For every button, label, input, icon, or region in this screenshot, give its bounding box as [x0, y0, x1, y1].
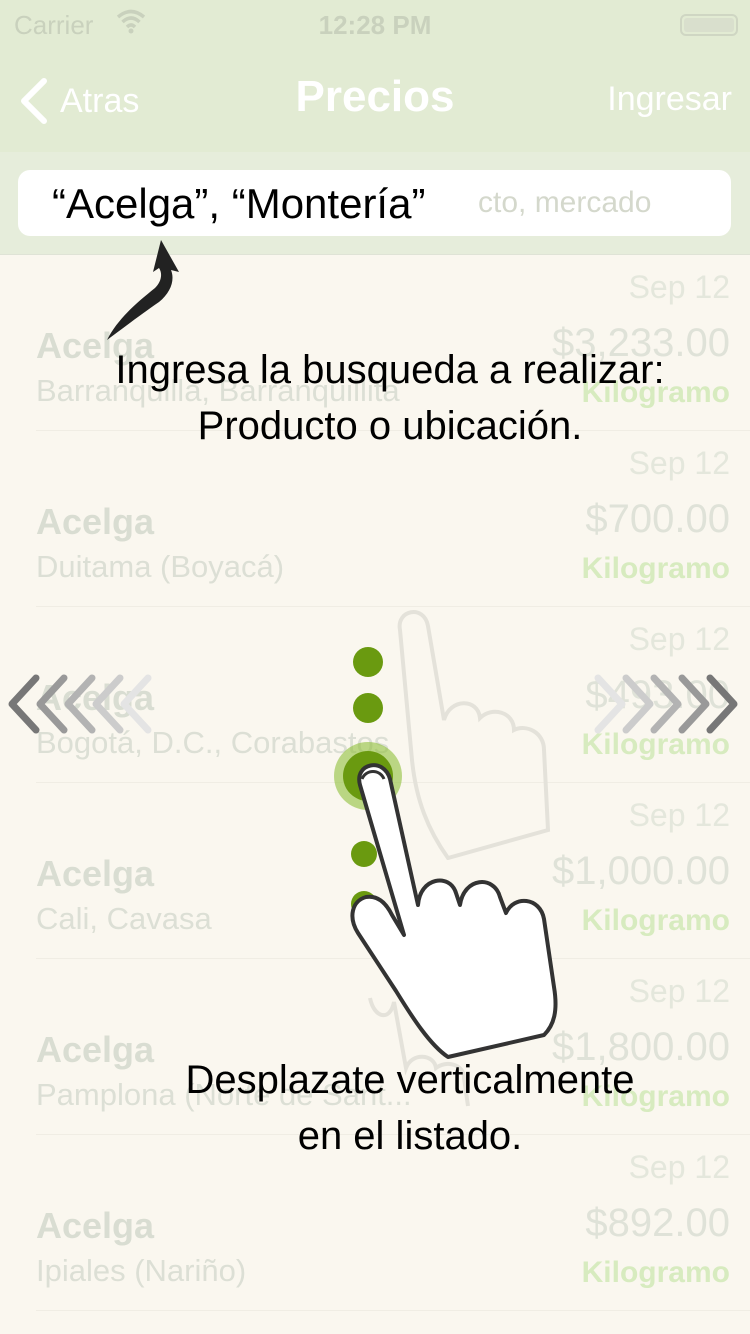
row-location: Cali, Cavasa — [36, 901, 212, 936]
row-date: Sep 12 — [628, 797, 730, 833]
row-unit: Kilogramo — [581, 552, 730, 585]
scroll-hint-line-2: en el listado. — [297, 1114, 523, 1158]
row-location: Duitama (Boyacá) — [36, 549, 285, 584]
row-price: $1,000.00 — [552, 849, 730, 893]
row-location: Ipiales (Nariño) — [36, 1253, 247, 1288]
login-button[interactable]: Ingresar — [607, 80, 732, 119]
navigation-bar: Atras Precios Ingresar — [0, 50, 750, 152]
search-hint-line-2: Producto o ubicación. — [197, 404, 583, 448]
row-price: $892.00 — [585, 1201, 730, 1245]
search-hint-line-1: Ingresa la busqueda a realizar: — [115, 348, 665, 392]
row-unit: Kilogramo — [581, 1256, 730, 1289]
row-divider — [36, 1310, 750, 1311]
row-date: Sep 12 — [628, 973, 730, 1009]
search-placeholder: cto, mercado — [478, 186, 652, 219]
row-price: $700.00 — [585, 497, 730, 541]
list-item[interactable]: Sep 12 Acelga $700.00 Duitama (Boyacá) K… — [0, 431, 750, 607]
row-product: Acelga — [36, 1029, 155, 1070]
scroll-hint: Desplazate verticalmente en el listado. — [140, 1052, 680, 1164]
battery-icon — [680, 14, 738, 36]
row-date: Sep 12 — [628, 269, 730, 305]
search-hint: Ingresa la busqueda a realizar: Producto… — [60, 342, 720, 454]
scroll-hint-line-1: Desplazate verticalmente — [185, 1058, 635, 1102]
search-example-text: “Acelga”, “Montería” — [52, 180, 426, 227]
row-date: Sep 12 — [628, 621, 730, 657]
row-product: Acelga — [36, 853, 155, 894]
clock: 12:28 PM — [318, 10, 432, 40]
curved-arrow-icon — [107, 240, 179, 340]
chevrons-right-icon — [594, 674, 738, 734]
row-unit: Kilogramo — [581, 904, 730, 937]
row-product: Acelga — [36, 501, 155, 542]
row-product: Acelga — [36, 1205, 155, 1246]
status-bar: Carrier 12:28 PM — [0, 0, 750, 50]
chevrons-left-icon — [8, 674, 152, 734]
pointing-hand-icon — [350, 763, 558, 1059]
